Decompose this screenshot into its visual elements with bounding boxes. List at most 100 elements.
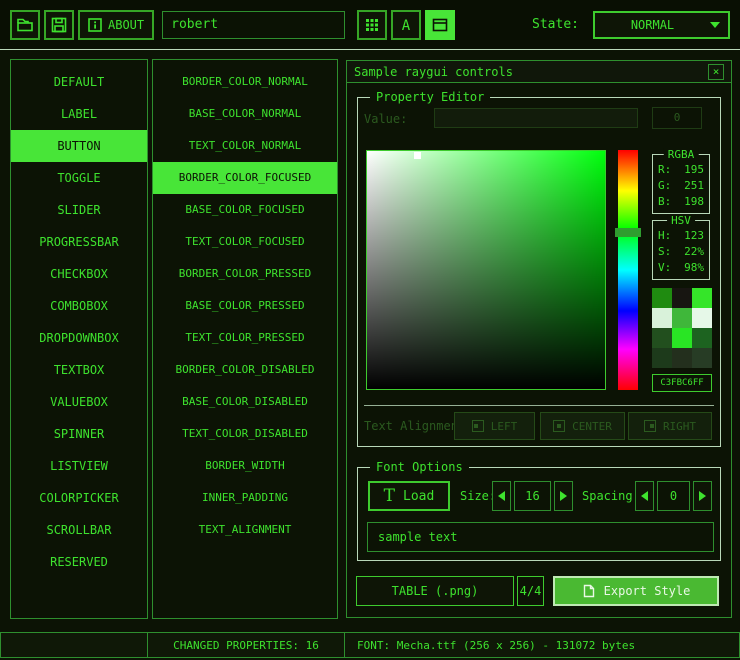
export-style-button[interactable]: Export Style: [553, 576, 719, 606]
color-swatch[interactable]: [672, 328, 692, 348]
list-item-border_color_pressed[interactable]: BORDER_COLOR_PRESSED: [153, 258, 337, 290]
list-item-text_alignment[interactable]: TEXT_ALIGNMENT: [153, 514, 337, 546]
list-item-slider[interactable]: SLIDER: [11, 194, 147, 226]
list-item-label[interactable]: LABEL: [11, 98, 147, 130]
color-picker-panel[interactable]: [366, 150, 606, 390]
align-right-icon: [644, 420, 656, 432]
color-swatch[interactable]: [692, 328, 712, 348]
g-label: G:: [658, 178, 671, 194]
list-item-border_color_disabled[interactable]: BORDER_COLOR_DISABLED: [153, 354, 337, 386]
list-item-text_color_normal[interactable]: TEXT_COLOR_NORMAL: [153, 130, 337, 162]
list-item-text_color_pressed[interactable]: TEXT_COLOR_PRESSED: [153, 322, 337, 354]
color-swatch-grid: [652, 288, 712, 368]
font-options-label: Font Options: [370, 460, 469, 475]
color-swatch[interactable]: [652, 308, 672, 328]
state-dropdown[interactable]: NORMAL: [593, 11, 730, 39]
list-item-progressbar[interactable]: PROGRESSBAR: [11, 226, 147, 258]
list-item-checkbox[interactable]: CHECKBOX: [11, 258, 147, 290]
list-item-base_color_normal[interactable]: BASE_COLOR_NORMAL: [153, 98, 337, 130]
toolbar: ABOUT A: [0, 0, 740, 50]
list-item-base_color_disabled[interactable]: BASE_COLOR_DISABLED: [153, 386, 337, 418]
size-decrease-button[interactable]: [492, 481, 511, 511]
color-swatch[interactable]: [652, 348, 672, 368]
value-box[interactable]: 0: [652, 107, 702, 129]
view-mode-group: A: [357, 10, 455, 40]
color-swatch[interactable]: [652, 288, 672, 308]
hsv-row-s: S: 22%: [653, 244, 709, 260]
save-style-button[interactable]: [44, 10, 74, 40]
list-item-border_width[interactable]: BORDER_WIDTH: [153, 450, 337, 482]
color-swatch[interactable]: [652, 328, 672, 348]
list-item-text_color_disabled[interactable]: TEXT_COLOR_DISABLED: [153, 418, 337, 450]
list-item-toggle[interactable]: TOGGLE: [11, 162, 147, 194]
align-left-button[interactable]: LEFT: [454, 412, 535, 440]
rgba-row-g: G: 251: [653, 178, 709, 194]
list-item-colorpicker[interactable]: COLORPICKER: [11, 482, 147, 514]
load-font-button[interactable]: T Load: [368, 481, 450, 511]
color-swatch[interactable]: [672, 308, 692, 328]
style-name-input[interactable]: [162, 11, 345, 39]
size-increase-button[interactable]: [554, 481, 573, 511]
window-titlebar: Sample raygui controls ×: [347, 61, 731, 83]
list-item-listview[interactable]: LISTVIEW: [11, 450, 147, 482]
r-label: R:: [658, 162, 671, 178]
font-icon: A: [398, 17, 414, 33]
list-item-textbox[interactable]: TEXTBOX: [11, 354, 147, 386]
b-value: 198: [684, 194, 704, 210]
color-swatch[interactable]: [692, 288, 712, 308]
picker-cursor[interactable]: [414, 152, 421, 159]
hsv-row-v: V: 98%: [653, 260, 709, 276]
hex-color-input[interactable]: C3FBC6FF: [652, 374, 712, 392]
export-style-label: Export Style: [604, 584, 691, 598]
list-item-default[interactable]: DEFAULT: [11, 66, 147, 98]
spacing-value-box[interactable]: 0: [657, 481, 690, 511]
chevron-down-icon: [710, 22, 720, 28]
list-item-border_color_normal[interactable]: BORDER_COLOR_NORMAL: [153, 66, 337, 98]
list-item-dropdownbox[interactable]: DROPDOWNBOX: [11, 322, 147, 354]
rgba-row-r: R: 195: [653, 162, 709, 178]
list-item-base_color_pressed[interactable]: BASE_COLOR_PRESSED: [153, 290, 337, 322]
hsv-row-h: H: 123: [653, 228, 709, 244]
export-format-button[interactable]: TABLE (.png): [356, 576, 514, 606]
list-item-text_color_focused[interactable]: TEXT_COLOR_FOCUSED: [153, 226, 337, 258]
window-close-button[interactable]: ×: [708, 64, 724, 80]
list-item-button[interactable]: BUTTON: [11, 130, 147, 162]
color-swatch[interactable]: [672, 348, 692, 368]
status-changed-properties: CHANGED PROPERTIES: 16: [147, 632, 345, 658]
color-swatch[interactable]: [692, 348, 712, 368]
spacing-increase-button[interactable]: [693, 481, 712, 511]
size-value-box[interactable]: 16: [514, 481, 551, 511]
spacing-decrease-button[interactable]: [635, 481, 654, 511]
grid-mode-button[interactable]: [357, 10, 387, 40]
color-swatch[interactable]: [692, 308, 712, 328]
list-item-spinner[interactable]: SPINNER: [11, 418, 147, 450]
state-dropdown-value: NORMAL: [595, 18, 710, 32]
about-button[interactable]: ABOUT: [78, 10, 154, 40]
b-label: B:: [658, 194, 671, 210]
list-item-scrollbar[interactable]: SCROLLBAR: [11, 514, 147, 546]
list-item-base_color_focused[interactable]: BASE_COLOR_FOCUSED: [153, 194, 337, 226]
window-mode-button[interactable]: [425, 10, 455, 40]
grid-icon: [365, 18, 379, 32]
list-item-combobox[interactable]: COMBOBOX: [11, 290, 147, 322]
info-icon: [88, 18, 102, 32]
h-label: H:: [658, 228, 671, 244]
export-icon: [582, 584, 596, 598]
sample-text-input[interactable]: sample text: [367, 522, 714, 552]
value-slider[interactable]: [434, 108, 638, 128]
color-swatch[interactable]: [672, 288, 692, 308]
font-mode-button[interactable]: A: [391, 10, 421, 40]
open-style-button[interactable]: [10, 10, 40, 40]
hue-bar[interactable]: [618, 150, 638, 390]
list-item-border_color_focused[interactable]: BORDER_COLOR_FOCUSED: [153, 162, 337, 194]
list-item-reserved[interactable]: RESERVED: [11, 546, 147, 578]
align-right-button[interactable]: RIGHT: [628, 412, 712, 440]
list-item-valuebox[interactable]: VALUEBOX: [11, 386, 147, 418]
s-value: 22%: [684, 244, 704, 260]
list-item-inner_padding[interactable]: INNER_PADDING: [153, 482, 337, 514]
sample-controls-window: Sample raygui controls × Property Editor…: [346, 60, 732, 618]
align-center-button[interactable]: CENTER: [540, 412, 625, 440]
about-button-label: ABOUT: [108, 18, 144, 32]
hue-slider-handle[interactable]: [615, 228, 641, 237]
v-value: 98%: [684, 260, 704, 276]
